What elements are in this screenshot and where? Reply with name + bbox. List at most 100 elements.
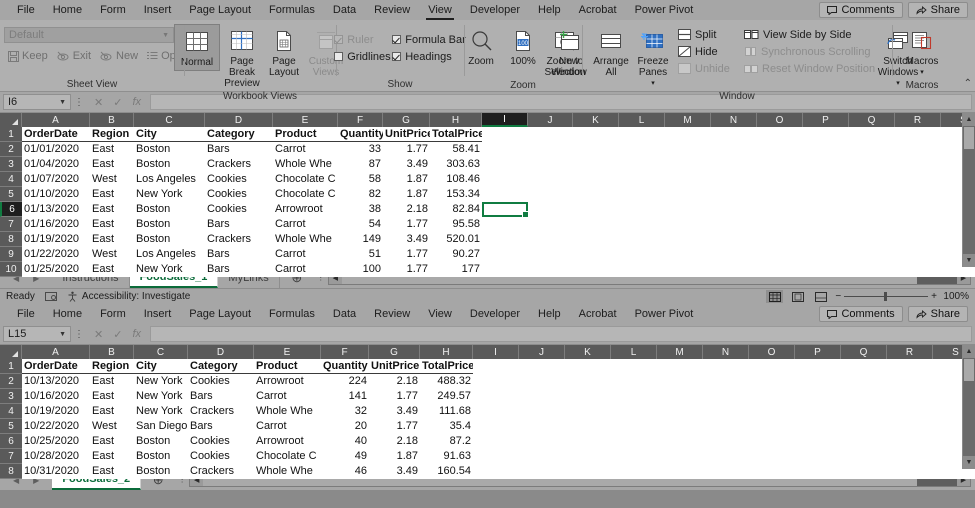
ribbon-tab-form[interactable]: Form bbox=[91, 1, 135, 20]
ribbon-tab-data-2[interactable]: Data bbox=[324, 305, 365, 324]
cell-f8[interactable]: 149 bbox=[338, 232, 383, 247]
cell-g6[interactable]: 2.18 bbox=[383, 202, 430, 217]
column-header-q-2[interactable]: Q bbox=[841, 345, 887, 359]
ribbon-tab-power-pivot[interactable]: Power Pivot bbox=[626, 1, 703, 20]
cell-a5-2[interactable]: 10/22/2020 bbox=[22, 419, 90, 434]
vertical-scroll-thumb-2[interactable] bbox=[964, 359, 974, 381]
cell-e7-2[interactable]: Chocolate C bbox=[254, 449, 321, 464]
cell-e10[interactable]: Carrot bbox=[273, 262, 338, 277]
ribbon-tab-view[interactable]: View bbox=[419, 1, 461, 20]
cell-b1-2[interactable]: Region bbox=[90, 359, 134, 374]
share-button[interactable]: Share bbox=[907, 2, 968, 18]
ribbon-tab-formulas[interactable]: Formulas bbox=[260, 1, 324, 20]
row-header-1-2[interactable]: 1 bbox=[0, 359, 22, 374]
column-header-j[interactable]: J bbox=[528, 113, 573, 127]
ribbon-tab-data[interactable]: Data bbox=[324, 1, 365, 20]
sheet-view-combo[interactable]: Default ▼ bbox=[4, 27, 174, 43]
cell-c5-2[interactable]: San Diego bbox=[134, 419, 188, 434]
cell-a4[interactable]: 01/07/2020 bbox=[22, 172, 90, 187]
cell-b6-2[interactable]: East bbox=[90, 434, 134, 449]
vertical-scrollbar-1[interactable]: ▲ ▼ bbox=[962, 113, 975, 267]
cell-d4[interactable]: Cookies bbox=[205, 172, 273, 187]
cell-g7-2[interactable]: 1.87 bbox=[369, 449, 420, 464]
ribbon-tab-developer-2[interactable]: Developer bbox=[461, 305, 529, 324]
share-button-2[interactable]: Share bbox=[907, 306, 968, 322]
cell-e1-2[interactable]: Product bbox=[254, 359, 321, 374]
ribbon-tab-file[interactable]: File bbox=[8, 1, 44, 20]
cell-a4-2[interactable]: 10/19/2020 bbox=[22, 404, 90, 419]
cell-d9[interactable]: Bars bbox=[205, 247, 273, 262]
split-button[interactable]: Split bbox=[675, 26, 739, 43]
column-header-c-2[interactable]: C bbox=[134, 345, 188, 359]
cell-b7-2[interactable]: East bbox=[90, 449, 134, 464]
cell-g8[interactable]: 3.49 bbox=[383, 232, 430, 247]
column-header-k[interactable]: K bbox=[573, 113, 619, 127]
cell-e5-2[interactable]: Carrot bbox=[254, 419, 321, 434]
cell-a7-2[interactable]: 10/28/2020 bbox=[22, 449, 90, 464]
cell-d2-2[interactable]: Cookies bbox=[188, 374, 254, 389]
row-header-4-2[interactable]: 4 bbox=[0, 404, 22, 419]
cell-f2[interactable]: 33 bbox=[338, 142, 383, 157]
cell-c3[interactable]: Boston bbox=[134, 157, 205, 172]
column-header-r-2[interactable]: R bbox=[887, 345, 933, 359]
cell-a7[interactable]: 01/16/2020 bbox=[22, 217, 90, 232]
cell-d10[interactable]: Bars bbox=[205, 262, 273, 277]
cell-g2[interactable]: 1.77 bbox=[383, 142, 430, 157]
cell-b5-2[interactable]: West bbox=[90, 419, 134, 434]
cell-e1[interactable]: Product bbox=[273, 127, 338, 142]
cell-c5[interactable]: New York bbox=[134, 187, 205, 202]
zoom-thumb-1[interactable] bbox=[884, 292, 888, 301]
zoom-100-button[interactable]: 100 100% bbox=[503, 24, 543, 69]
ribbon-tab-home[interactable]: Home bbox=[44, 1, 91, 20]
cancel-icon[interactable]: ✕ bbox=[94, 96, 103, 109]
cell-h6[interactable]: 82.84 bbox=[430, 202, 482, 217]
cell-g10[interactable]: 1.77 bbox=[383, 262, 430, 277]
scroll-down-icon[interactable]: ▼ bbox=[963, 456, 975, 469]
cell-d5[interactable]: Cookies bbox=[205, 187, 273, 202]
page-layout-button[interactable]: Page Layout bbox=[264, 24, 304, 80]
confirm-icon[interactable]: ✓ bbox=[113, 328, 122, 341]
cell-h3[interactable]: 303.63 bbox=[430, 157, 482, 172]
arrange-all-button[interactable]: Arrange All bbox=[591, 24, 631, 80]
cell-g1[interactable]: UnitPrice bbox=[383, 127, 430, 142]
column-header-p-2[interactable]: P bbox=[795, 345, 841, 359]
cell-e6[interactable]: Arrowroot bbox=[273, 202, 338, 217]
row-header-10[interactable]: 10 bbox=[0, 262, 22, 277]
new-window-button[interactable]: New Window bbox=[549, 24, 589, 80]
cell-h7-2[interactable]: 91.63 bbox=[420, 449, 473, 464]
cell-g5[interactable]: 1.87 bbox=[383, 187, 430, 202]
ribbon-tab-review[interactable]: Review bbox=[365, 1, 419, 20]
cell-h10[interactable]: 177 bbox=[430, 262, 482, 277]
cell-f4-2[interactable]: 32 bbox=[321, 404, 369, 419]
cell-f5[interactable]: 82 bbox=[338, 187, 383, 202]
cell-a6[interactable]: 01/13/2020 bbox=[22, 202, 90, 217]
ribbon-tab-formulas-2[interactable]: Formulas bbox=[260, 305, 324, 324]
cell-b6[interactable]: East bbox=[90, 202, 134, 217]
column-header-k-2[interactable]: K bbox=[565, 345, 611, 359]
headings-checkbox-row[interactable]: Headings bbox=[389, 48, 469, 65]
cancel-icon[interactable]: ✕ bbox=[94, 328, 103, 341]
column-header-e[interactable]: E bbox=[273, 113, 338, 127]
ribbon-tab-page-layout-2[interactable]: Page Layout bbox=[180, 305, 260, 324]
cell-b8[interactable]: East bbox=[90, 232, 134, 247]
ruler-checkbox-row[interactable]: Ruler bbox=[331, 31, 389, 48]
cell-g9[interactable]: 1.77 bbox=[383, 247, 430, 262]
synchronous-scrolling-button[interactable]: Synchronous Scrolling bbox=[741, 43, 870, 60]
cell-e3-2[interactable]: Carrot bbox=[254, 389, 321, 404]
cell-d2[interactable]: Bars bbox=[205, 142, 273, 157]
cell-h5-2[interactable]: 35.4 bbox=[420, 419, 473, 434]
column-header-d-2[interactable]: D bbox=[188, 345, 254, 359]
page-break-preview-button[interactable]: Page Break Preview bbox=[222, 24, 262, 91]
row-header-6-2[interactable]: 6 bbox=[0, 434, 22, 449]
cell-e6-2[interactable]: Arrowroot bbox=[254, 434, 321, 449]
view-side-by-side-button[interactable]: View Side by Side bbox=[741, 26, 869, 43]
cell-h7[interactable]: 95.58 bbox=[430, 217, 482, 232]
cell-c7[interactable]: Boston bbox=[134, 217, 205, 232]
cell-c2-2[interactable]: New York bbox=[134, 374, 188, 389]
cell-c8[interactable]: Boston bbox=[134, 232, 205, 247]
cell-b10[interactable]: East bbox=[90, 262, 134, 277]
cell-b2-2[interactable]: East bbox=[90, 374, 134, 389]
cell-d7-2[interactable]: Cookies bbox=[188, 449, 254, 464]
column-header-h[interactable]: H bbox=[430, 113, 482, 127]
cell-a8[interactable]: 01/19/2020 bbox=[22, 232, 90, 247]
